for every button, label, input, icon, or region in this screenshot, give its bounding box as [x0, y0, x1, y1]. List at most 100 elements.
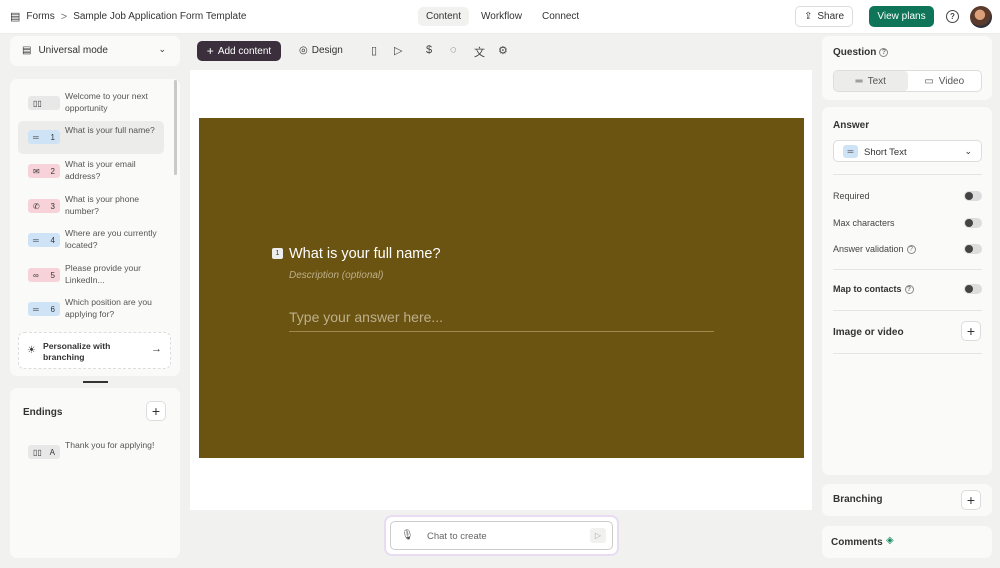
plus-icon: +	[966, 492, 976, 508]
text-icon: ═	[855, 75, 863, 87]
panel-resize-handle[interactable]	[83, 381, 108, 383]
question-text: Please provide your LinkedIn...	[65, 263, 141, 285]
design-label: Design	[311, 45, 343, 56]
send-icon[interactable]: ▷	[590, 528, 606, 543]
view-plans-button[interactable]: View plans	[869, 6, 934, 27]
question-title[interactable]: What is your full name?	[289, 246, 441, 262]
list-item-welcome[interactable]: ▯▯ Welcome to your next opportunity	[18, 87, 164, 120]
help-icon[interactable]: ?	[946, 10, 959, 23]
share-label: Share	[817, 11, 845, 22]
add-media-button[interactable]: +	[961, 321, 981, 341]
short-text-icon: ═ 1	[28, 130, 60, 144]
palette-icon: ◎	[299, 45, 308, 56]
question-text: Welcome to your next opportunity	[65, 91, 148, 113]
ending-icon: ▯▯ A	[28, 445, 60, 459]
add-content-button[interactable]: + Add content	[197, 41, 281, 61]
play-icon[interactable]: ▷	[394, 44, 402, 57]
questions-scrollbar[interactable]	[174, 80, 177, 175]
question-text: What is your phone number?	[65, 194, 140, 216]
answer-validation-label: Answer validation?	[833, 244, 916, 254]
question-text: What is your full name?	[65, 125, 155, 135]
short-text-icon: ═	[843, 145, 858, 158]
map-contacts-label: Map to contacts?	[833, 284, 914, 294]
editor-toolbar: + Add content ◎ Design ▯ ▷ $ ◌ 文 ⚙	[190, 36, 812, 66]
plus-icon: +	[966, 323, 976, 339]
design-button[interactable]: ◎ Design	[299, 45, 343, 56]
personalize-branching-button[interactable]: ☀ Personalize with branching →	[18, 332, 171, 369]
question-panel-title: Question?	[833, 47, 889, 58]
chat-box: 🎙 Chat to create ▷	[384, 515, 619, 556]
plus-icon: +	[151, 403, 161, 419]
arrow-right-icon: →	[151, 343, 162, 355]
answer-validation-toggle[interactable]	[964, 244, 982, 254]
link-icon: ∞ 5	[28, 268, 60, 282]
list-item-question-2[interactable]: ✉ 2 What is your email address?	[18, 155, 164, 188]
add-content-label: Add content	[217, 45, 272, 57]
breadcrumb-current[interactable]: Sample Job Application Form Template	[73, 11, 246, 22]
nav-tabs: Content Workflow Connect	[418, 7, 587, 26]
mode-selector[interactable]: ▤ Universal mode ⌄	[10, 36, 180, 66]
list-item-question-1[interactable]: ═ 1 What is your full name?	[18, 121, 164, 154]
plus-icon: +	[206, 44, 214, 58]
question-text: Where are you currently located?	[65, 228, 157, 250]
branching-label: Branching	[833, 494, 883, 505]
comments-panel[interactable]: Comments ◈	[822, 526, 992, 558]
required-label: Required	[833, 191, 870, 201]
divider	[833, 269, 982, 270]
tab-content[interactable]: Content	[418, 7, 470, 26]
answer-panel: Answer ═ Short Text ⌄ Required Max chara…	[822, 107, 992, 475]
required-row: Required	[833, 190, 982, 204]
mobile-preview-icon[interactable]: ▯	[371, 44, 377, 57]
breadcrumb: ▤ Forms > Sample Job Application Form Te…	[10, 10, 246, 24]
info-icon: ?	[879, 48, 889, 57]
add-ending-button[interactable]: +	[146, 401, 166, 421]
chat-input[interactable]: 🎙 Chat to create ▷	[390, 521, 613, 550]
translate-icon[interactable]: 文	[474, 44, 485, 60]
list-item-question-6[interactable]: ═ 6 Which position are you applying for?	[18, 293, 164, 326]
add-branching-button[interactable]: +	[961, 490, 981, 510]
question-description[interactable]: Description (optional)	[289, 270, 384, 281]
endings-title: Endings	[23, 407, 63, 418]
question-text: What is your email address?	[65, 159, 136, 181]
short-text-icon: ═ 4	[28, 233, 60, 247]
image-video-label: Image or video	[833, 327, 904, 338]
question-text: Which position are you applying for?	[65, 297, 152, 319]
personalize-label: Personalize with branching	[43, 341, 111, 362]
settings-gear-icon[interactable]: ⚙	[498, 44, 508, 57]
segment-video[interactable]: ▭ Video	[908, 71, 982, 91]
segment-text[interactable]: ═ Text	[834, 71, 908, 91]
divider	[833, 353, 982, 354]
list-item-question-5[interactable]: ∞ 5 Please provide your LinkedIn...	[18, 259, 164, 292]
chat-placeholder: Chat to create	[427, 531, 487, 542]
map-contacts-row: Map to contacts?	[833, 283, 982, 297]
chevron-down-icon: ⌄	[964, 146, 972, 156]
list-item-question-4[interactable]: ═ 4 Where are you currently located?	[18, 224, 164, 257]
diamond-icon: ◈	[886, 535, 894, 546]
breadcrumb-separator: >	[60, 10, 68, 23]
question-panel: Question? ═ Text ▭ Video	[822, 36, 992, 100]
email-icon: ✉ 2	[28, 164, 60, 178]
chevron-down-icon: ⌄	[158, 44, 166, 54]
answer-input-preview[interactable]: Type your answer here...	[289, 309, 714, 332]
form-slide-preview[interactable]	[199, 118, 804, 458]
map-contacts-toggle[interactable]	[964, 284, 982, 294]
tab-connect[interactable]: Connect	[534, 7, 587, 26]
avatar[interactable]	[970, 6, 992, 28]
tab-workflow[interactable]: Workflow	[473, 7, 530, 26]
max-characters-toggle[interactable]	[964, 218, 982, 228]
currency-icon[interactable]: $	[426, 44, 432, 56]
endings-panel: Endings + ▯▯ A Thank you for applying!	[10, 388, 180, 558]
max-characters-row: Max characters	[833, 217, 982, 231]
breadcrumb-forms-link[interactable]: Forms	[26, 11, 54, 22]
top-bar: ▤ Forms > Sample Job Application Form Te…	[0, 0, 1000, 34]
questions-list: ▯▯ Welcome to your next opportunity ═ 1 W…	[10, 79, 180, 376]
phone-icon: ✆ 3	[28, 199, 60, 213]
ai-edit-icon[interactable]: ◌	[450, 44, 457, 56]
share-button[interactable]: ⇪ Share	[795, 6, 853, 27]
list-item-ending[interactable]: ▯▯ A Thank you for applying!	[18, 436, 164, 469]
answer-type-select[interactable]: ═ Short Text ⌄	[833, 140, 982, 162]
microphone-icon[interactable]: 🎙	[401, 530, 414, 541]
list-item-question-3[interactable]: ✆ 3 What is your phone number?	[18, 190, 164, 223]
required-toggle[interactable]	[964, 191, 982, 201]
lightbulb-icon: ☀	[27, 345, 36, 356]
